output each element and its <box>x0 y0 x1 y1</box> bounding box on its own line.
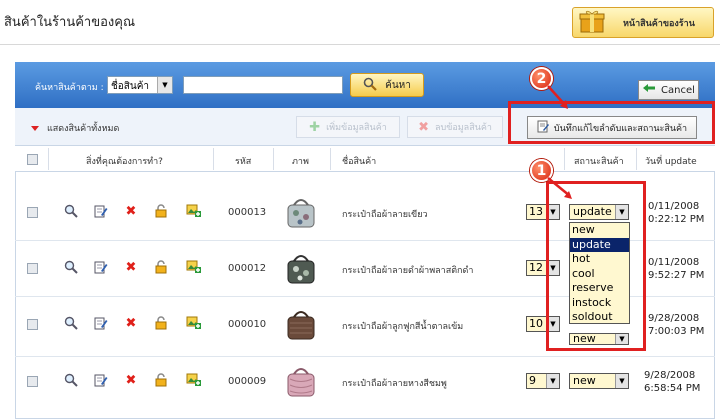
annotation-arrows <box>547 85 572 199</box>
arrow-to-status-column <box>547 177 571 197</box>
